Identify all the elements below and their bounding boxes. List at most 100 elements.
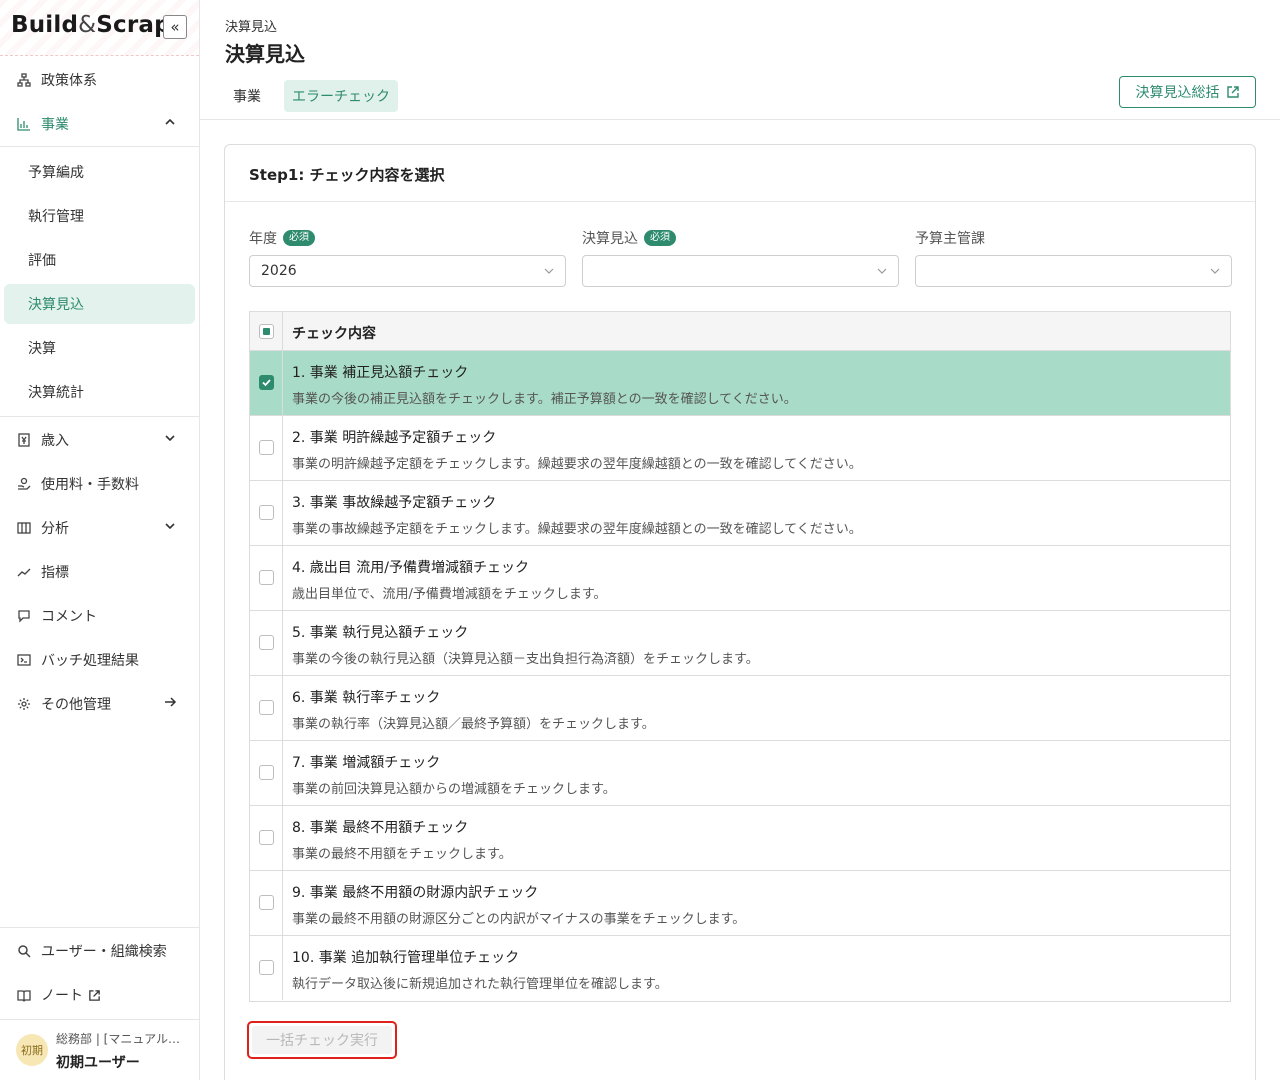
chevron-down-icon	[877, 268, 887, 274]
header-checkbox-cell	[250, 312, 283, 350]
chevron-down-icon	[165, 435, 175, 442]
sidebar-subitem-execution-management[interactable]: 執行管理	[4, 196, 195, 236]
forecast-select[interactable]	[582, 255, 899, 287]
forecast-label: 決算見込 必須	[582, 228, 676, 248]
table-row[interactable]: 10. 事業 追加執行管理単位チェック執行データ取込後に新規追加された執行管理単…	[250, 936, 1230, 1001]
row-checkbox-cell	[250, 871, 283, 935]
row-checkbox[interactable]	[259, 765, 274, 780]
run-all-checks-button[interactable]: 一括チェック実行	[252, 1026, 392, 1054]
sidebar-subitem-settlement-forecast[interactable]: 決算見込	[4, 284, 195, 324]
field-label-text: 年度	[249, 231, 277, 247]
row-checkbox-cell	[250, 741, 283, 805]
sidebar-item-notes[interactable]: ノート	[0, 973, 199, 1017]
card-title: Step1: チェック内容を選択	[249, 166, 445, 184]
sidebar-item-comments[interactable]: コメント	[0, 594, 199, 638]
sidebar-item-revenue[interactable]: 歳入	[0, 418, 199, 462]
check-title: 10. 事業 追加執行管理単位チェック	[292, 950, 520, 966]
table-row[interactable]: 6. 事業 執行率チェック 事業の執行率（決算見込額／最終予算額）をチェックします…	[250, 676, 1230, 741]
row-checkbox-cell	[250, 936, 283, 1000]
required-badge: 必須	[283, 230, 315, 246]
field-label-text: 予算主管課	[915, 231, 985, 247]
row-checkbox[interactable]	[259, 440, 274, 455]
page-title: 決算見込	[225, 42, 305, 66]
sidebar-item-indicators[interactable]: 指標	[0, 550, 199, 594]
table-row[interactable]: 9. 事業 最終不用額の財源内訳チェック事業の最終不用額の財源区分ごとの内訳がマ…	[250, 871, 1230, 936]
row-checkbox[interactable]	[259, 375, 274, 390]
sidebar-item-policy[interactable]: 政策体系	[0, 58, 199, 102]
sidebar-subitem-label: 決算	[28, 341, 56, 357]
sidebar-item-fees[interactable]: 使用料・手数料	[0, 462, 199, 506]
settlement-summary-button[interactable]: 決算見込総括	[1119, 76, 1256, 108]
row-checkbox[interactable]	[259, 505, 274, 520]
sidebar-item-label: 政策体系	[41, 73, 97, 89]
row-checkbox[interactable]	[259, 700, 274, 715]
table-row[interactable]: 4. 歳出目 流用/予備費増減額チェック歳出目単位で、流用/予備費増減額をチェッ…	[250, 546, 1230, 611]
table-row[interactable]: 1. 事業 補正見込額チェック事業の今後の補正見込額をチェックします。補正予算額…	[250, 351, 1230, 416]
table-row[interactable]: 8. 事業 最終不用額チェック 事業の最終不用額をチェックします。	[250, 806, 1230, 871]
collapse-sidebar-button[interactable]: «	[163, 15, 187, 39]
required-badge: 必須	[644, 230, 676, 246]
sidebar-subitem-evaluation[interactable]: 評価	[4, 240, 195, 280]
check-description: 歳出目単位で、流用/予備費増減額をチェックします。	[292, 587, 607, 602]
app-logo[interactable]: Build&Scrap	[11, 12, 171, 38]
sidebar-item-label: ユーザー・組織検索	[41, 944, 167, 960]
check-title: 4. 歳出目 流用/予備費増減額チェック	[292, 560, 529, 576]
check-title: 9. 事業 最終不用額の財源内訳チェック	[292, 885, 539, 901]
chevron-down-icon	[165, 523, 175, 530]
check-description: 事業の執行率（決算見込額／最終予算額）をチェックします。	[292, 717, 655, 732]
sidebar-subitem-settlement[interactable]: 決算	[4, 328, 195, 368]
breadcrumb[interactable]: 決算見込	[225, 16, 277, 35]
user-profile[interactable]: 初期 総務部 | [マニュアル… 初期ユーザー	[0, 1020, 199, 1080]
row-checkbox-cell	[250, 676, 283, 740]
sidebar-subitem-settlement-statistics[interactable]: 決算統計	[4, 372, 195, 412]
select-all-checkbox[interactable]	[259, 324, 274, 339]
budget-dept-label: 予算主管課	[915, 228, 985, 248]
user-department: 総務部 | [マニュアル…	[56, 1032, 180, 1046]
row-checkbox[interactable]	[259, 830, 274, 845]
main-content: 決算見込 決算見込 事業 エラーチェック 決算見込総括 Step1: チェック内…	[200, 0, 1280, 1080]
table-row[interactable]: 2. 事業 明許繰越予定額チェック 事業の明許繰越予定額をチェックします。繰越要求…	[250, 416, 1230, 481]
check-description: 事業の前回決算見込額からの増減額をチェックします。	[292, 782, 616, 797]
sidebar-subitem-label: 評価	[28, 253, 56, 269]
sidebar-item-batch-results[interactable]: バッチ処理結果	[0, 638, 199, 682]
tab-error-check[interactable]: エラーチェック	[284, 80, 398, 112]
check-description: 事業の事故繰越予定額をチェックします。繰越要求の翌年度繰越額との一致を確認してく…	[292, 522, 862, 537]
sidebar-subitem-label: 決算見込	[28, 297, 84, 313]
chevron-down-icon	[1210, 268, 1220, 274]
table-row[interactable]: 3. 事業 事故繰越予定額チェック 事業の事故繰越予定額をチェックします。繰越要求…	[250, 481, 1230, 546]
sidebar-divider	[0, 146, 199, 147]
arrow-right-icon	[165, 697, 177, 707]
yen-document-icon	[16, 432, 32, 448]
check-description: 事業の最終不用額の財源区分ごとの内訳がマイナスの事業をチェックします。	[292, 912, 746, 927]
table-row[interactable]: 5. 事業 執行見込額チェック 事業の今後の執行見込額（決算見込額－支出負担行為済…	[250, 611, 1230, 676]
sidebar-subitem-label: 執行管理	[28, 209, 84, 225]
year-select[interactable]: 2026	[249, 255, 566, 287]
sidebar-item-label: 分析	[41, 521, 69, 537]
sidebar-item-analysis[interactable]: 分析	[0, 506, 199, 550]
row-checkbox[interactable]	[259, 960, 274, 975]
sidebar-item-label: コメント	[41, 609, 97, 625]
check-description: 執行データ取込後に新規追加された執行管理単位を確認します。	[292, 977, 668, 992]
check-title: 8. 事業 最終不用額チェック	[292, 820, 469, 836]
tab-business[interactable]: 事業	[225, 80, 269, 112]
search-icon	[16, 943, 32, 959]
sidebar-item-business[interactable]: 事業	[0, 102, 199, 146]
trend-line-icon	[16, 564, 32, 580]
row-checkbox[interactable]	[259, 895, 274, 910]
row-checkbox[interactable]	[259, 570, 274, 585]
row-checkbox[interactable]	[259, 635, 274, 650]
logo-text-amp: &	[78, 12, 97, 38]
check-title: 1. 事業 補正見込額チェック	[292, 365, 469, 381]
table-row[interactable]: 7. 事業 増減額チェック 事業の前回決算見込額からの増減額をチェックします。	[250, 741, 1230, 806]
table-body: 1. 事業 補正見込額チェック事業の今後の補正見込額をチェックします。補正予算額…	[250, 351, 1230, 1001]
double-chevron-left-icon: «	[170, 18, 180, 36]
sidebar-item-user-org-search[interactable]: ユーザー・組織検索	[0, 929, 199, 973]
avatar: 初期	[16, 1034, 48, 1066]
check-description: 事業の今後の補正見込額をチェックします。補正予算額との一致を確認してください。	[292, 392, 797, 407]
sidebar-item-label: 指標	[41, 565, 69, 581]
chevron-down-icon	[544, 268, 554, 274]
sidebar-item-other-admin[interactable]: その他管理	[0, 682, 199, 726]
budget-dept-select[interactable]	[915, 255, 1232, 287]
sidebar-subitem-budget-compilation[interactable]: 予算編成	[4, 152, 195, 192]
check-description: 事業の明許繰越予定額をチェックします。繰越要求の翌年度繰越額との一致を確認してく…	[292, 457, 862, 472]
